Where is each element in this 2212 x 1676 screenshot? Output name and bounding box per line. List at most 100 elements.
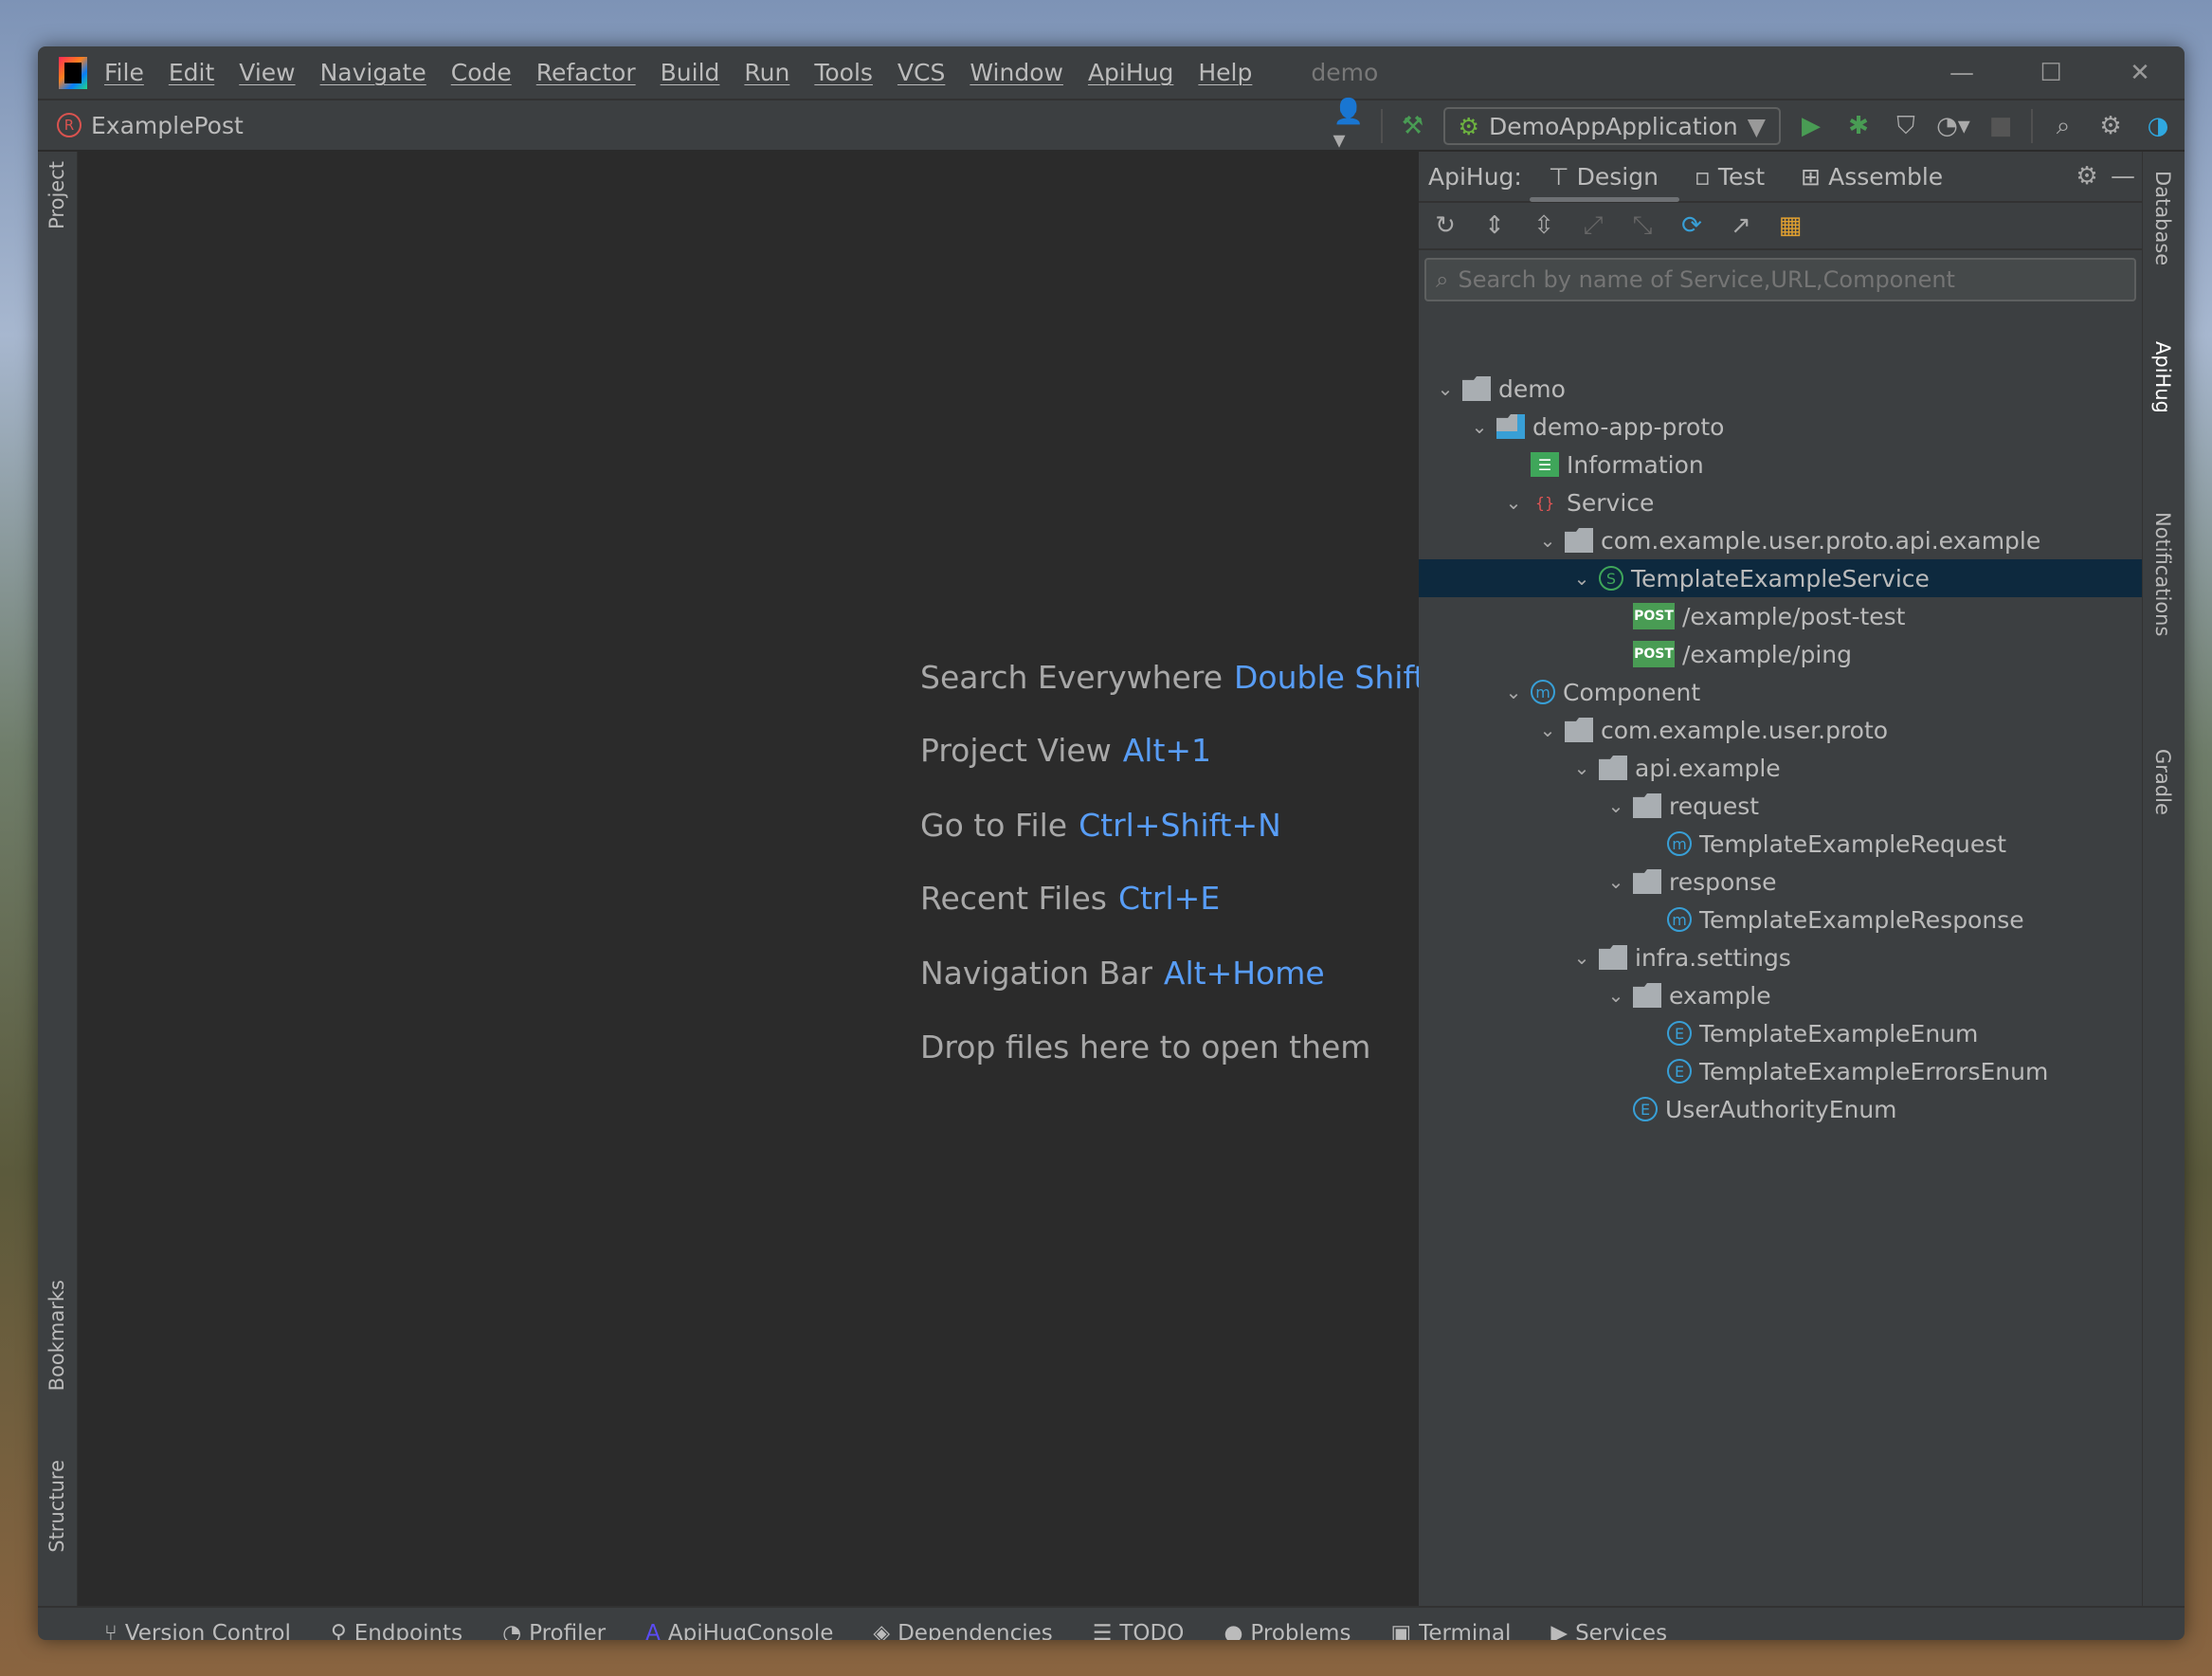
hint-shortcut: Ctrl+Shift+N bbox=[1079, 807, 1281, 844]
tree-item[interactable]: E TemplateExampleEnum bbox=[1419, 1014, 2142, 1052]
tree-item[interactable]: ⌄ request bbox=[1419, 787, 2142, 825]
chevron-down-icon[interactable]: ⌄ bbox=[1496, 681, 1531, 703]
collapse-all-icon[interactable]: ⇳ bbox=[1527, 209, 1561, 243]
close-button[interactable]: ✕ bbox=[2095, 46, 2185, 100]
run-config-select[interactable]: ⚙ DemoAppApplication ▼ bbox=[1442, 107, 1781, 145]
tool-terminal[interactable]: ▣ Terminal bbox=[1390, 1621, 1511, 1641]
menu-help[interactable]: Help bbox=[1198, 59, 1252, 86]
expand-icon[interactable]: ⤢ bbox=[1576, 209, 1610, 243]
bookmarks-tool-button[interactable]: Bookmarks bbox=[45, 1280, 68, 1391]
run-icon[interactable]: ▶ bbox=[1794, 109, 1828, 143]
refresh-icon[interactable]: ↻ bbox=[1428, 209, 1462, 243]
debug-icon[interactable]: ✱ bbox=[1841, 109, 1876, 143]
tree-item[interactable]: ⌄ com.example.user.proto bbox=[1419, 711, 2142, 749]
project-tool-button[interactable]: Project bbox=[45, 161, 68, 229]
folder-icon bbox=[1565, 528, 1593, 553]
menu-file[interactable]: File bbox=[104, 59, 144, 86]
tree-item[interactable]: E UserAuthorityEnum bbox=[1419, 1090, 2142, 1128]
folder-icon bbox=[1599, 945, 1627, 970]
chevron-down-icon[interactable]: ⌄ bbox=[1462, 415, 1496, 438]
menu-run[interactable]: Run bbox=[744, 59, 789, 86]
chevron-down-icon[interactable]: ⌄ bbox=[1599, 794, 1633, 817]
editor-empty-area[interactable]: Search Everywhere Double Shift Project Vie… bbox=[78, 152, 1425, 1606]
gear-icon[interactable]: ⚙ bbox=[2070, 159, 2104, 193]
gradle-tool-button[interactable]: Gradle bbox=[2151, 749, 2174, 815]
chevron-down-icon[interactable]: ⌄ bbox=[1565, 756, 1599, 779]
maximize-button[interactable]: ☐ bbox=[2006, 46, 2095, 100]
chevron-down-icon[interactable]: ⌄ bbox=[1565, 946, 1599, 969]
tree-item[interactable]: POST/example/post-test bbox=[1419, 597, 2142, 635]
tool-version-control[interactable]: ⑂ Version Control bbox=[104, 1621, 291, 1641]
tree-item[interactable]: POST/example/ping bbox=[1419, 635, 2142, 673]
tool-services[interactable]: ▶ Services bbox=[1550, 1621, 1667, 1641]
menu-window[interactable]: Window bbox=[970, 59, 1063, 86]
menu-apihug[interactable]: ApiHug bbox=[1088, 59, 1173, 86]
tree-item[interactable]: ⌄{} Service bbox=[1419, 483, 2142, 521]
minimize-button[interactable]: — bbox=[1917, 46, 2006, 100]
apihug-tool-button[interactable]: ApiHug bbox=[2151, 341, 2174, 413]
tree-item[interactable]: ⌄ example bbox=[1419, 976, 2142, 1014]
tool-todo[interactable]: ☰ TODO bbox=[1093, 1621, 1185, 1641]
folder-icon bbox=[1633, 869, 1661, 894]
tool-endpoints[interactable]: ⚲ Endpoints bbox=[331, 1621, 462, 1641]
menu-refactor[interactable]: Refactor bbox=[536, 59, 636, 86]
menu-code[interactable]: Code bbox=[451, 59, 512, 86]
chevron-down-icon[interactable]: ⌄ bbox=[1496, 491, 1531, 514]
open-external-icon[interactable]: ↗ bbox=[1724, 209, 1758, 243]
coverage-icon[interactable]: ⛉ bbox=[1889, 109, 1923, 143]
tree-item[interactable]: ⌄ demo bbox=[1419, 370, 2142, 408]
user-icon[interactable]: 👤▾ bbox=[1333, 98, 1368, 155]
tree-item[interactable]: E TemplateExampleErrorsEnum bbox=[1419, 1052, 2142, 1090]
tree-item[interactable]: ⌄ api.example bbox=[1419, 749, 2142, 787]
tool-apihugconsole[interactable]: A ApiHugConsole bbox=[645, 1621, 833, 1641]
build-hammer-icon[interactable]: ⚒ bbox=[1396, 109, 1430, 143]
structure-tool-button[interactable]: Structure bbox=[45, 1460, 68, 1553]
tree-search[interactable]: ⌕ bbox=[1424, 258, 2136, 301]
tab-assemble[interactable]: ⊞ Assemble bbox=[1801, 151, 1943, 202]
profile-icon[interactable]: ◔▾ bbox=[1936, 109, 1970, 143]
color-palette-icon[interactable]: ▦ bbox=[1773, 209, 1807, 243]
tree-item[interactable]: ⌄ infra.settings bbox=[1419, 938, 2142, 976]
expand-all-icon[interactable]: ⇕ bbox=[1478, 209, 1512, 243]
book-icon: ☰ bbox=[1531, 452, 1559, 477]
sync-icon[interactable]: ⟳ bbox=[1675, 209, 1709, 243]
menu-navigate[interactable]: Navigate bbox=[320, 59, 426, 86]
menu-build[interactable]: Build bbox=[661, 59, 720, 86]
search-input[interactable] bbox=[1458, 266, 2134, 293]
menu-view[interactable]: View bbox=[239, 59, 295, 86]
jetbrains-toolbox-icon[interactable]: ◑ bbox=[2141, 109, 2175, 143]
tree-item[interactable]: ☰ Information bbox=[1419, 446, 2142, 483]
minimize-panel-icon[interactable]: — bbox=[2106, 159, 2140, 193]
tree-item[interactable]: m TemplateExampleResponse bbox=[1419, 901, 2142, 938]
tree-item-label: request bbox=[1669, 792, 1760, 820]
notifications-tool-button[interactable]: Notifications bbox=[2151, 512, 2174, 636]
search-icon[interactable]: ⌕ bbox=[2046, 109, 2080, 143]
tool-dependencies[interactable]: ◈ Dependencies bbox=[873, 1621, 1052, 1641]
tool-profiler[interactable]: ◔ Profiler bbox=[502, 1621, 606, 1641]
tool-problems[interactable]: ● Problems bbox=[1224, 1621, 1351, 1641]
tree-item[interactable]: ⌄ com.example.user.proto.api.example bbox=[1419, 521, 2142, 559]
hint-label: Go to File bbox=[920, 807, 1068, 844]
tab-test[interactable]: ▫ Test bbox=[1695, 151, 1765, 202]
menu-vcs[interactable]: VCS bbox=[897, 59, 945, 86]
chevron-down-icon[interactable]: ⌄ bbox=[1599, 870, 1633, 893]
menu-edit[interactable]: Edit bbox=[169, 59, 214, 86]
shrink-icon[interactable]: ⤡ bbox=[1625, 209, 1659, 243]
tree-item[interactable]: ⌄ response bbox=[1419, 863, 2142, 901]
stop-icon[interactable]: ■ bbox=[1984, 109, 2018, 143]
chevron-down-icon[interactable]: ⌄ bbox=[1531, 529, 1565, 552]
chevron-down-icon[interactable]: ⌄ bbox=[1428, 377, 1462, 400]
chevron-down-icon[interactable]: ⌄ bbox=[1599, 984, 1633, 1007]
tree-item[interactable]: ⌄ demo-app-proto bbox=[1419, 408, 2142, 446]
chevron-down-icon[interactable]: ⌄ bbox=[1565, 567, 1599, 590]
tab-design[interactable]: ⊤ Design bbox=[1529, 151, 1680, 202]
menu-tools[interactable]: Tools bbox=[814, 59, 873, 86]
tree-item[interactable]: m TemplateExampleRequest bbox=[1419, 825, 2142, 863]
tree-item[interactable]: ⌄ S TemplateExampleService bbox=[1419, 559, 2142, 597]
gear-icon[interactable]: ⚙ bbox=[2094, 109, 2128, 143]
breadcrumb[interactable]: ExamplePost bbox=[91, 112, 244, 139]
tree-item[interactable]: ⌄ m Component bbox=[1419, 673, 2142, 711]
database-tool-button[interactable]: Database bbox=[2151, 171, 2174, 265]
hint-row: Search Everywhere Double Shift bbox=[920, 659, 1425, 696]
chevron-down-icon[interactable]: ⌄ bbox=[1531, 719, 1565, 741]
